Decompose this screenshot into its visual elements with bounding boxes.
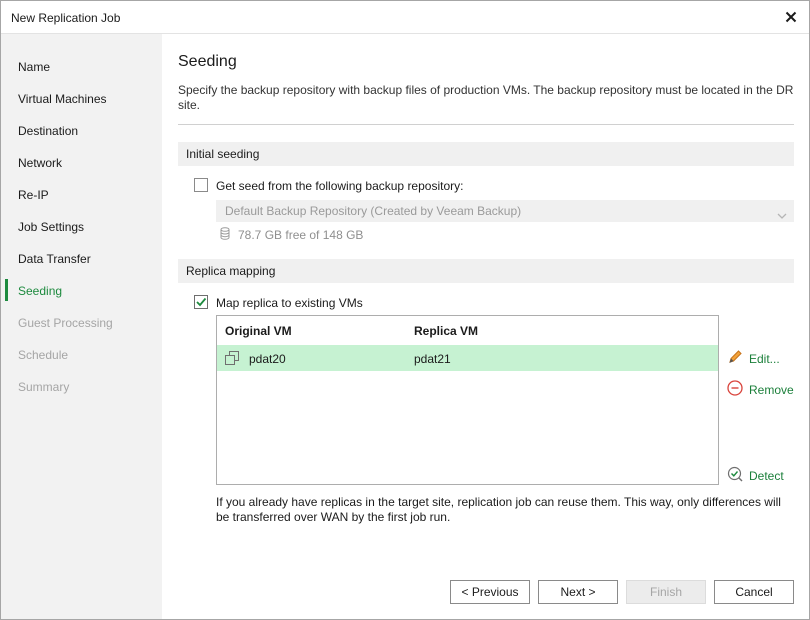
finish-button: Finish: [626, 580, 706, 604]
step-schedule: Schedule: [18, 348, 69, 362]
close-icon[interactable]: [779, 5, 803, 29]
replica-mapping-help: If you already have replicas in the targ…: [216, 495, 781, 524]
step-name[interactable]: Name: [18, 60, 50, 74]
step-data-transfer[interactable]: Data Transfer: [18, 252, 91, 266]
replica-mapping-table: Original VM Replica VM pdat20 pdat21: [216, 315, 719, 485]
map-replica-label: Map replica to existing VMs: [216, 296, 363, 310]
page-title: Seeding: [178, 53, 237, 70]
step-re-ip[interactable]: Re-IP: [18, 188, 49, 202]
original-vm-cell: pdat20: [249, 352, 286, 366]
cancel-button[interactable]: Cancel: [714, 580, 794, 604]
step-guest-processing: Guest Processing: [18, 316, 113, 330]
free-space-text: 78.7 GB free of 148 GB: [238, 228, 364, 242]
detect-label: Detect: [749, 468, 784, 483]
column-replica-vm[interactable]: Replica VM: [414, 324, 478, 338]
replica-mapping-header: Replica mapping: [178, 259, 794, 283]
backup-repository-select: Default Backup Repository (Created by Ve…: [216, 200, 794, 222]
detect-icon: [727, 466, 743, 485]
remove-label: Remove: [749, 382, 794, 397]
remove-icon: [727, 380, 743, 399]
table-header: Original VM Replica VM: [217, 316, 718, 344]
initial-seeding-header: Initial seeding: [178, 142, 794, 166]
previous-button[interactable]: < Previous: [450, 580, 530, 604]
database-icon: [220, 227, 230, 243]
remove-button[interactable]: Remove: [727, 380, 794, 399]
step-network[interactable]: Network: [18, 156, 62, 170]
replica-vm-cell: pdat21: [414, 352, 451, 366]
vm-icon: [225, 351, 239, 368]
step-destination[interactable]: Destination: [18, 124, 78, 138]
title-bar: New Replication Job: [1, 1, 809, 34]
get-seed-checkbox[interactable]: [194, 178, 208, 192]
step-job-settings[interactable]: Job Settings: [18, 220, 84, 234]
detect-button[interactable]: Detect: [727, 466, 784, 485]
step-seeding[interactable]: Seeding: [18, 284, 62, 298]
map-replica-checkbox[interactable]: [194, 295, 208, 309]
step-summary: Summary: [18, 380, 70, 394]
next-button[interactable]: Next >: [538, 580, 618, 604]
chevron-down-icon: [777, 206, 787, 226]
pencil-icon: [727, 349, 743, 368]
get-seed-label: Get seed from the following backup repos…: [216, 179, 464, 193]
wizard-steps-sidebar: Name Virtual Machines Destination Networ…: [1, 34, 162, 619]
page-description: Specify the backup repository with backu…: [178, 83, 794, 112]
main-content: Seeding Specify the backup repository wi…: [162, 34, 809, 619]
new-replication-job-window: New Replication Job Name Virtual Machine…: [0, 0, 810, 620]
header-divider: [178, 124, 794, 125]
column-original-vm[interactable]: Original VM: [225, 324, 292, 338]
table-row[interactable]: pdat20 pdat21: [217, 345, 718, 371]
step-virtual-machines[interactable]: Virtual Machines: [18, 92, 107, 106]
backup-repository-value: Default Backup Repository (Created by Ve…: [225, 204, 522, 218]
free-space-info: 78.7 GB free of 148 GB: [220, 227, 363, 243]
window-title: New Replication Job: [11, 11, 121, 25]
edit-label: Edit...: [749, 351, 780, 366]
checkmark-icon: [196, 297, 207, 307]
edit-button[interactable]: Edit...: [727, 349, 780, 368]
active-step-marker: [5, 279, 8, 301]
